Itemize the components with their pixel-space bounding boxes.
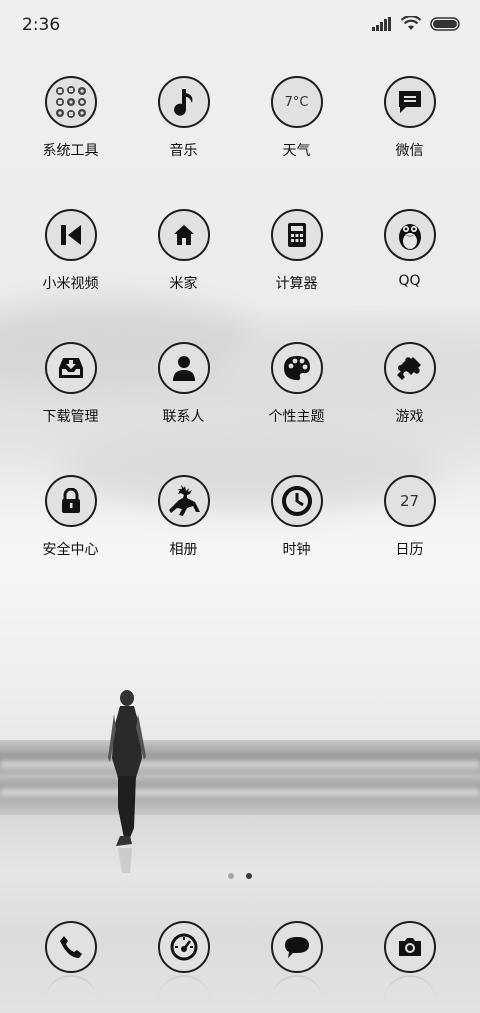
icon-reflection [44,975,97,1001]
wallpaper-sea [0,740,480,820]
phone-icon [44,921,97,973]
status-time: 2:36 [22,15,61,35]
app-label: 小米视频 [42,276,99,292]
app-label: 微信 [395,143,424,159]
calculator-icon [270,209,323,261]
weather-temperature: 7°C [284,94,309,110]
page-dot[interactable] [228,873,234,879]
app-contacts[interactable]: 联系人 [127,342,240,426]
dock-messages[interactable] [240,921,353,1001]
lock-icon [44,475,97,527]
music-note-icon [157,76,210,128]
app-qq[interactable]: QQ [353,209,466,289]
download-tray-icon [44,342,97,394]
app-wechat[interactable]: 微信 [353,76,466,160]
skip-back-icon [44,209,97,261]
person-icon [157,342,210,394]
app-label: 下载管理 [42,409,99,425]
speedometer-icon [157,921,210,973]
palette-icon [270,342,323,394]
app-label: 联系人 [162,409,205,425]
app-weather[interactable]: 7°C 天气 [240,76,353,160]
page-dot-active[interactable] [246,873,252,879]
app-mi-video[interactable]: 小米视频 [14,209,127,293]
icon-reflection [383,975,436,1001]
app-calendar[interactable]: 27 日历 [353,475,466,559]
dock-phone[interactable] [14,921,127,1001]
app-label: 时钟 [282,542,311,558]
app-label: 天气 [282,143,311,159]
clock-icon [270,475,323,527]
weather-icon: 7°C [270,76,323,128]
app-clock[interactable]: 时钟 [240,475,353,559]
puzzle-icon [383,342,436,394]
app-downloads[interactable]: 下载管理 [14,342,127,426]
app-label: 相册 [169,542,198,558]
dock-browser[interactable] [127,921,240,1001]
battery-icon [430,16,460,31]
app-calculator[interactable]: 计算器 [240,209,353,293]
app-label: QQ [398,273,421,289]
icon-reflection [157,975,210,1001]
signal-icon [372,16,391,31]
folder-icon [44,76,97,128]
person-silhouette [108,690,146,873]
calendar-date: 27 [399,492,420,510]
calendar-icon: 27 [383,475,436,527]
app-security[interactable]: 安全中心 [14,475,127,559]
app-label: 个性主题 [268,409,325,425]
app-gallery[interactable]: 相册 [127,475,240,559]
app-themes[interactable]: 个性主题 [240,342,353,426]
page-indicator[interactable] [0,873,480,879]
camera-icon [383,921,436,973]
app-label: 系统工具 [42,143,99,159]
app-mi-home[interactable]: 米家 [127,209,240,293]
app-label: 游戏 [395,409,424,425]
deer-icon [157,475,210,527]
app-label: 米家 [169,276,198,292]
dock-camera[interactable] [353,921,466,1001]
message-icon [270,921,323,973]
app-label: 计算器 [275,276,318,292]
app-system-tools[interactable]: 系统工具 [14,76,127,160]
app-label: 安全中心 [42,542,99,558]
penguin-icon [383,209,436,261]
wifi-icon [401,16,421,30]
home-icon [157,209,210,261]
app-games[interactable]: 游戏 [353,342,466,426]
app-label: 音乐 [169,143,198,159]
status-bar: 2:36 [0,0,480,52]
app-music[interactable]: 音乐 [127,76,240,160]
app-label: 日历 [395,542,424,558]
chat-bubble-icon [383,76,436,128]
icon-reflection [270,975,323,1001]
